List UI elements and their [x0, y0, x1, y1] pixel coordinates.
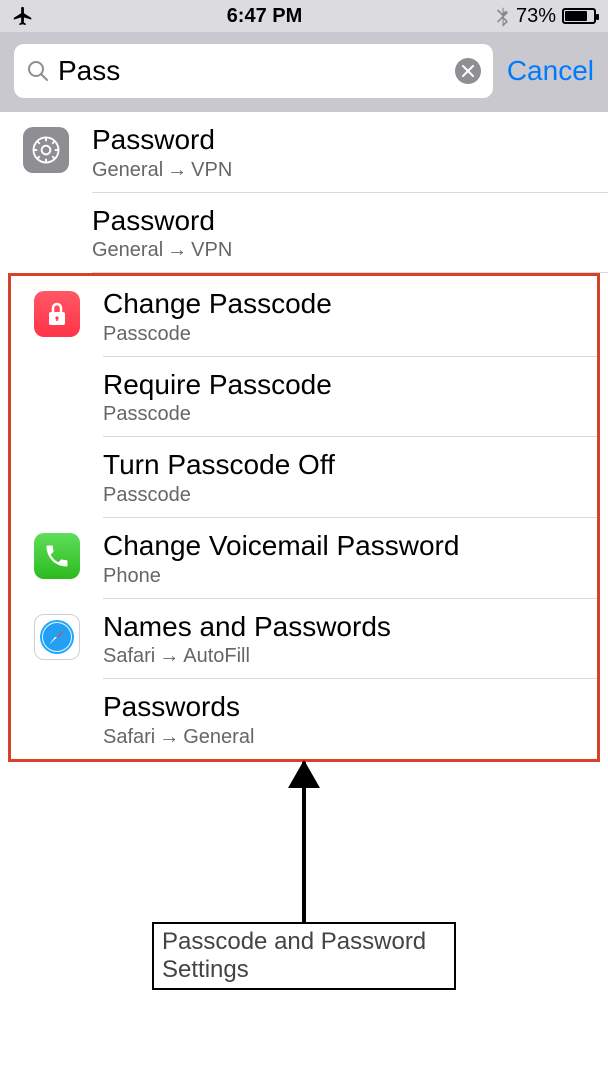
result-title: Password — [92, 204, 592, 238]
highlight-box: Change Passcode Passcode Require Passcod… — [8, 273, 600, 762]
status-time: 6:47 PM — [227, 5, 303, 28]
annotation: Passcode and Password Settings — [0, 762, 608, 1022]
bluetooth-icon — [495, 5, 510, 27]
phone-icon — [34, 533, 80, 579]
result-title: Require Passcode — [103, 368, 581, 402]
result-path: General→VPN — [92, 239, 592, 262]
search-field[interactable] — [14, 44, 493, 98]
search-result-row[interactable]: Password General→VPN — [0, 112, 608, 193]
search-results: Password General→VPN Password General→VP… — [0, 112, 608, 762]
clear-search-button[interactable] — [455, 58, 481, 84]
search-result-row[interactable]: Password General→VPN — [0, 193, 608, 274]
airplane-mode-icon — [12, 5, 34, 27]
result-path: General→VPN — [92, 159, 592, 182]
search-result-row[interactable]: Change Voicemail Password Phone — [11, 518, 597, 599]
result-path: Passcode — [103, 403, 581, 426]
result-path: Phone — [103, 565, 581, 588]
lock-icon — [34, 291, 80, 337]
arrow-line — [302, 762, 306, 922]
result-path: Passcode — [103, 484, 581, 507]
search-header: Cancel — [0, 32, 608, 112]
result-title: Change Passcode — [103, 287, 581, 321]
result-title: Passwords — [103, 690, 581, 724]
compass-icon — [34, 614, 80, 660]
result-title: Names and Passwords — [103, 610, 581, 644]
result-title: Password — [92, 123, 592, 157]
result-path: Passcode — [103, 323, 581, 346]
result-title: Turn Passcode Off — [103, 448, 581, 482]
search-input[interactable] — [58, 55, 455, 87]
search-result-row[interactable]: Require Passcode Passcode — [11, 357, 597, 438]
cancel-button[interactable]: Cancel — [507, 55, 594, 87]
gear-icon — [23, 127, 69, 173]
search-result-row[interactable]: Change Passcode Passcode — [11, 276, 597, 357]
search-result-row[interactable]: Turn Passcode Off Passcode — [11, 437, 597, 518]
search-icon — [26, 59, 50, 83]
search-result-row[interactable]: Names and Passwords Safari→AutoFill — [11, 599, 597, 680]
annotation-caption: Passcode and Password Settings — [152, 922, 456, 990]
battery-percent: 73% — [516, 5, 556, 28]
status-bar: 6:47 PM 73% — [0, 0, 608, 32]
search-result-row[interactable]: Passwords Safari→General — [11, 679, 597, 759]
result-path: Safari→AutoFill — [103, 645, 581, 668]
result-path: Safari→General — [103, 726, 581, 749]
battery-icon — [562, 8, 596, 24]
result-title: Change Voicemail Password — [103, 529, 581, 563]
